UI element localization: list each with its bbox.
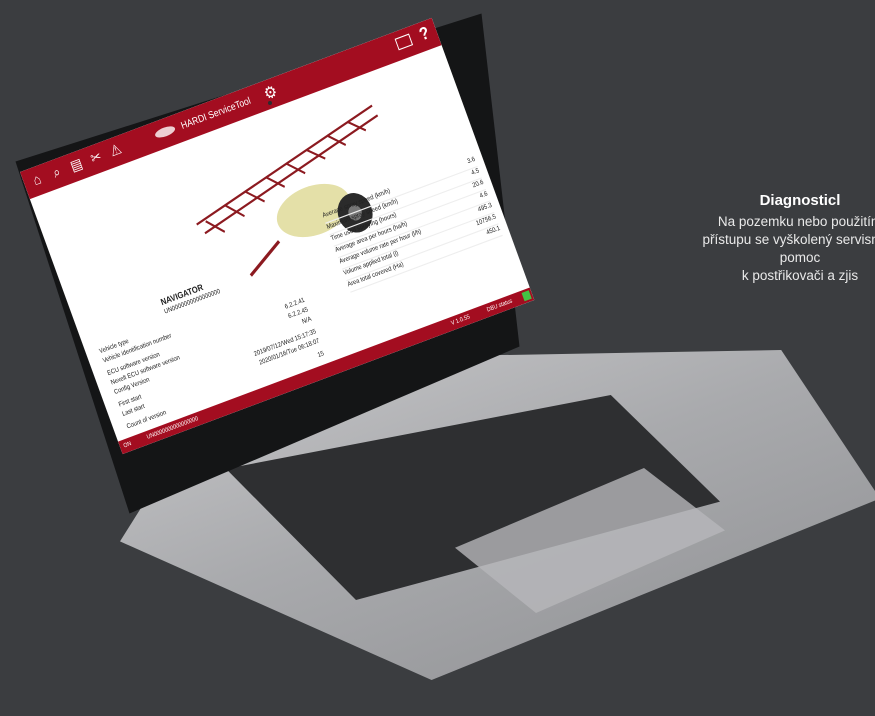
promo-line-4: k postřikovači a zjis (741, 268, 859, 283)
help-button[interactable]: ? (417, 24, 433, 46)
search-icon[interactable]: ⌕ (47, 161, 67, 183)
stat-value: 4.6 (479, 190, 489, 200)
app-title: HARDI ServiceTool (179, 94, 253, 132)
warning-icon[interactable]: ⚠ (106, 139, 126, 161)
promo-line-1: Na pozemku nebo použitím (717, 214, 875, 229)
promo-line-3: pomoc (779, 250, 821, 265)
tools-icon[interactable]: ✂ (86, 147, 106, 169)
stat-value: 3.6 (466, 156, 477, 166)
battery-icon (394, 33, 414, 51)
promo-heading: Diagnosticl (759, 192, 841, 209)
promo-text: Diagnosticl Na pozemku nebo použitím pří… (585, 192, 875, 285)
home-icon[interactable]: ⌂ (27, 169, 47, 191)
status-ok-indicator (521, 290, 532, 302)
promo-line-2: přístupu se vyškolený servisní te (702, 232, 875, 247)
status-left: ON (122, 440, 133, 450)
document-icon[interactable]: ▤ (66, 154, 86, 176)
webcam (268, 101, 272, 105)
stat-value: 4.5 (470, 167, 481, 177)
hardi-logo (153, 124, 177, 140)
